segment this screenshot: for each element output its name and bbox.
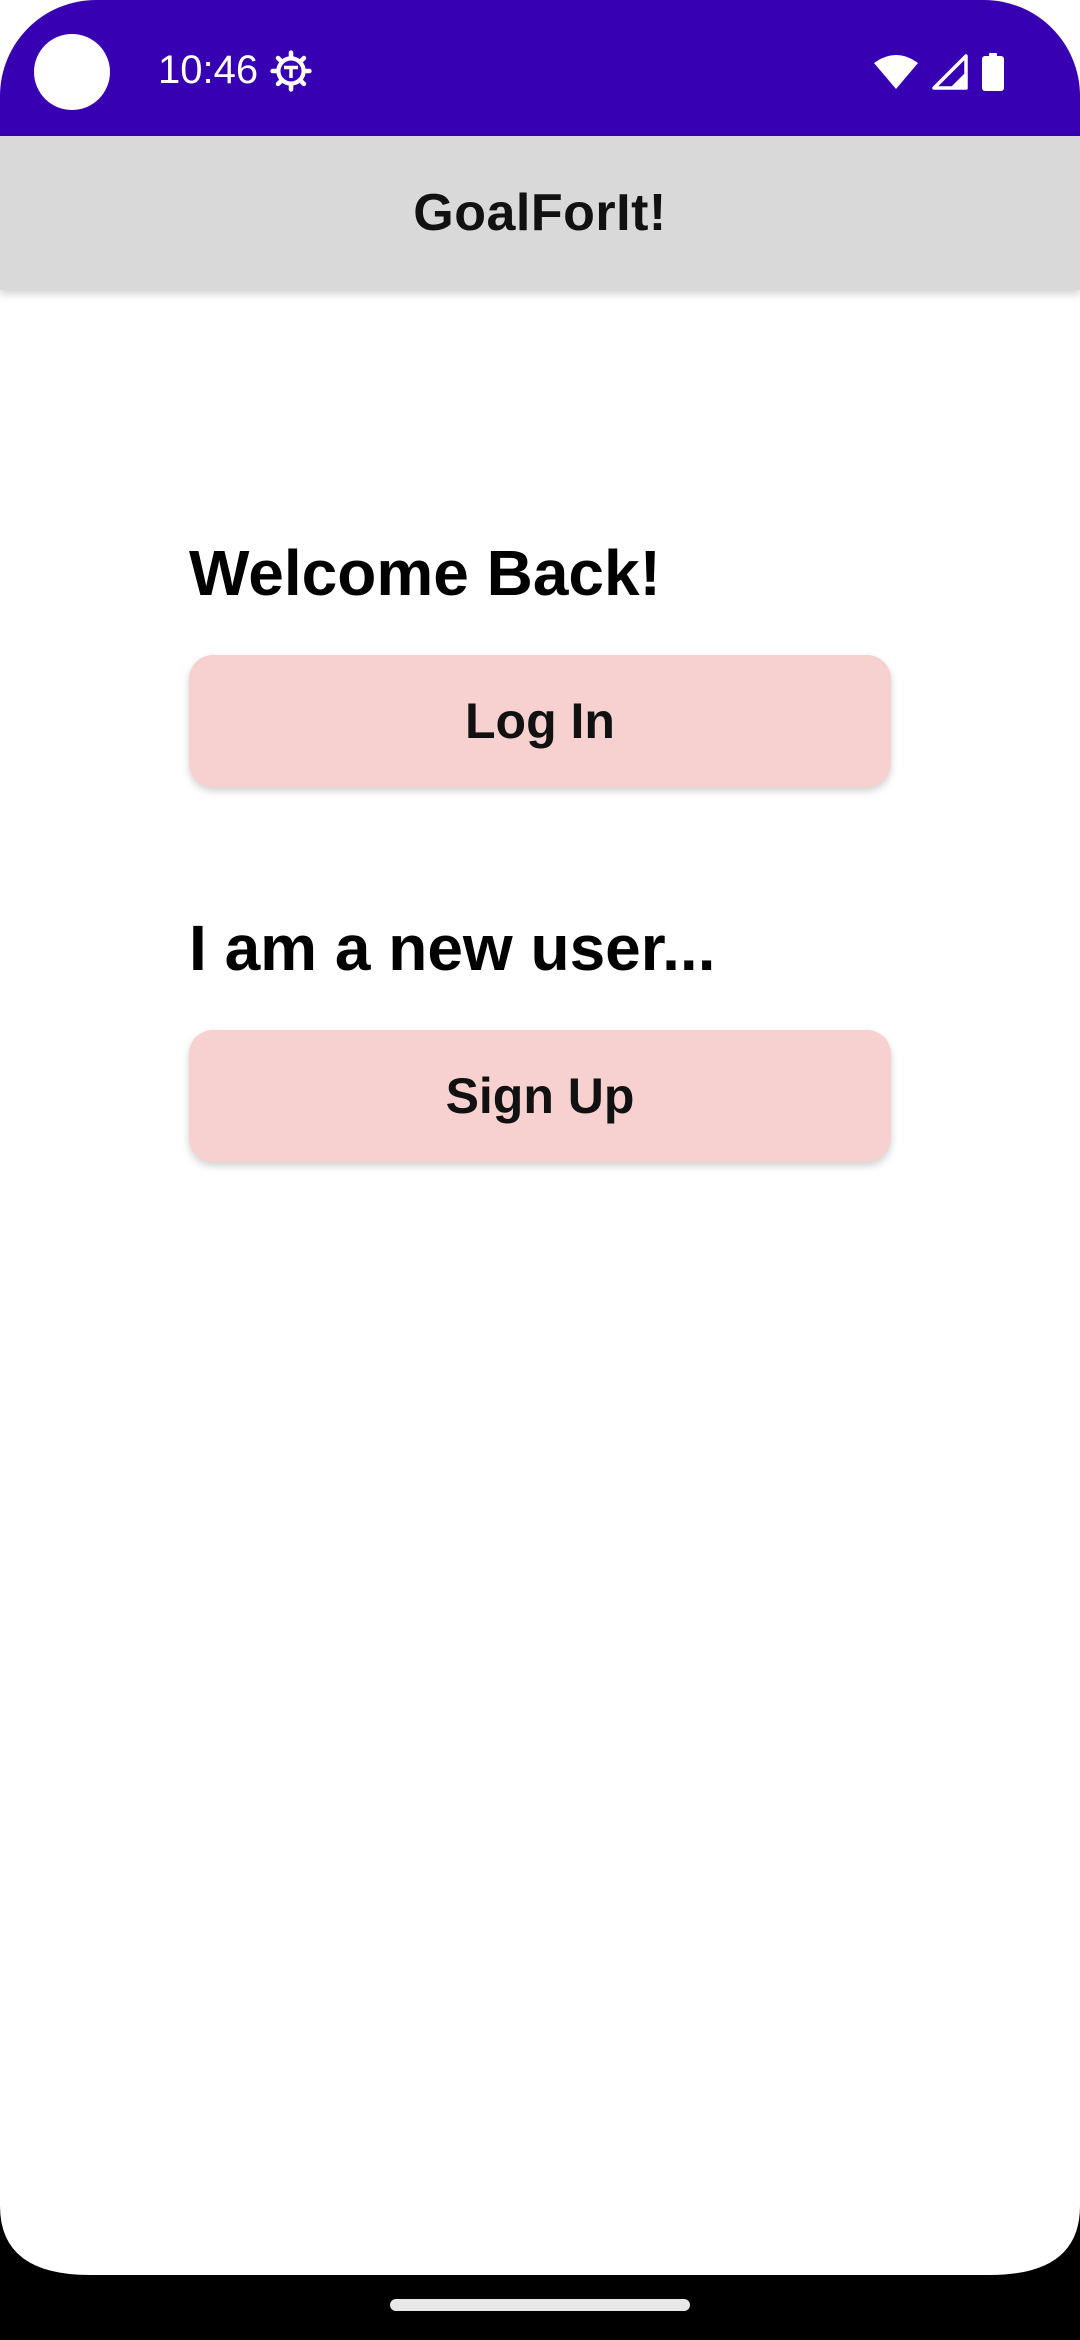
phone-screen: 10:46 GoalForIt! Welcome Back! Log In I … bbox=[0, 0, 1080, 2340]
main-content: Welcome Back! Log In I am a new user... … bbox=[0, 290, 1080, 2275]
app-bar: GoalForIt! bbox=[0, 136, 1080, 290]
settings-icon bbox=[270, 50, 312, 92]
home-handle-icon[interactable] bbox=[390, 2299, 690, 2311]
signup-button[interactable]: Sign Up bbox=[189, 1030, 891, 1162]
status-icons bbox=[874, 52, 1004, 92]
status-time: 10:46 bbox=[158, 48, 259, 92]
cellular-signal-icon bbox=[932, 54, 968, 90]
status-bar: 10:46 bbox=[0, 0, 1080, 136]
new-user-heading: I am a new user... bbox=[189, 912, 716, 984]
login-button[interactable]: Log In bbox=[189, 655, 891, 787]
battery-icon bbox=[982, 53, 1004, 91]
camera-cutout bbox=[34, 34, 110, 110]
wifi-icon bbox=[874, 55, 918, 89]
welcome-heading: Welcome Back! bbox=[189, 537, 661, 609]
app-title: GoalForIt! bbox=[413, 184, 667, 242]
